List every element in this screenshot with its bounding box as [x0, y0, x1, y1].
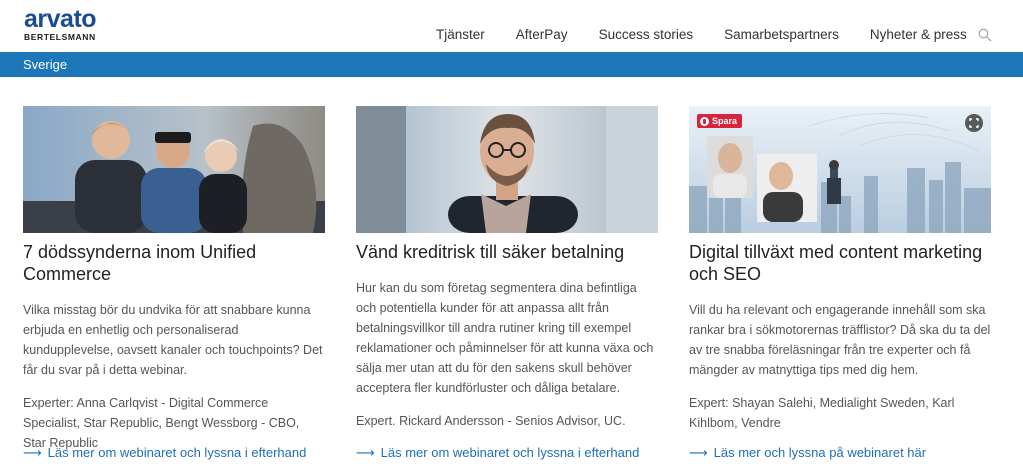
webinar-card: 7 dödssynderna inom Unified Commerce Vil… [23, 106, 325, 460]
card-description: Vilka misstag bör du undvika för att sna… [23, 303, 323, 377]
arrow-right-icon: ⟶ [689, 445, 708, 460]
logo-subtitle: BERTELSMANN [24, 32, 96, 42]
card-link-label: Läs mer om webinaret och lyssna i efterh… [380, 445, 640, 460]
nav-item-nyheter-press[interactable]: Nyheter & press [870, 27, 967, 42]
main-nav: Tjänster AfterPay Success stories Samarb… [436, 27, 998, 42]
arrow-right-icon: ⟶ [23, 445, 42, 460]
country-label[interactable]: Sverige [23, 57, 67, 72]
logo-wordmark: arvato [24, 5, 97, 33]
card-description: Hur kan du som företag segmentera dina b… [356, 281, 654, 395]
webinar-card: Spara Digital tillväxt med content marke… [689, 106, 991, 460]
card-link[interactable]: ⟶ Läs mer om webinaret och lyssna i efter… [356, 445, 639, 461]
card-title[interactable]: Digital tillväxt med content marketing o… [689, 241, 991, 285]
card-title[interactable]: Vänd kreditrisk till säker betalning [356, 241, 658, 263]
pin-label: Spara [712, 116, 738, 126]
webinar-photo-people [23, 106, 325, 233]
arvato-logo[interactable]: arvato BERTELSMANN [24, 5, 97, 42]
webinar-photo-man [356, 106, 658, 233]
webinar-card: Vänd kreditrisk till säker betalning Hur… [356, 106, 658, 460]
card-link[interactable]: ⟶ Läs mer och lyssna på webinaret här [689, 445, 926, 461]
search-icon[interactable] [978, 28, 992, 42]
arrow-right-icon: ⟶ [356, 445, 375, 460]
pinterest-icon [700, 116, 709, 126]
card-experts: Experter: Anna Carlqvist - Digital Comme… [23, 396, 300, 450]
card-title[interactable]: 7 dödssynderna inom Unified Commerce [23, 241, 325, 285]
country-bar: Sverige [0, 52, 1023, 77]
card-experts: Expert. Rickard Andersson - Senios Advis… [356, 414, 626, 428]
card-link-label: Läs mer och lyssna på webinaret här [713, 445, 927, 460]
expand-icon[interactable] [965, 114, 983, 132]
card-image[interactable]: Spara [689, 106, 991, 233]
nav-item-tjanster[interactable]: Tjänster [436, 27, 485, 42]
card-image[interactable] [356, 106, 658, 233]
nav-item-success-stories[interactable]: Success stories [599, 27, 694, 42]
card-link[interactable]: ⟶ Läs mer om webinaret och lyssna i efter… [23, 445, 306, 461]
card-link-label: Läs mer om webinaret och lyssna i efterh… [47, 445, 307, 460]
card-experts: Expert: Shayan Salehi, Medialight Sweden… [689, 396, 955, 430]
save-to-pinterest-button[interactable]: Spara [697, 114, 743, 128]
card-description: Vill du ha relevant och engagerande inne… [689, 303, 991, 377]
site-header: arvato BERTELSMANN Tjänster AfterPay Suc… [0, 0, 1023, 52]
nav-item-afterpay[interactable]: AfterPay [516, 27, 568, 42]
nav-item-samarbetspartners[interactable]: Samarbetspartners [724, 27, 839, 42]
card-image[interactable] [23, 106, 325, 233]
